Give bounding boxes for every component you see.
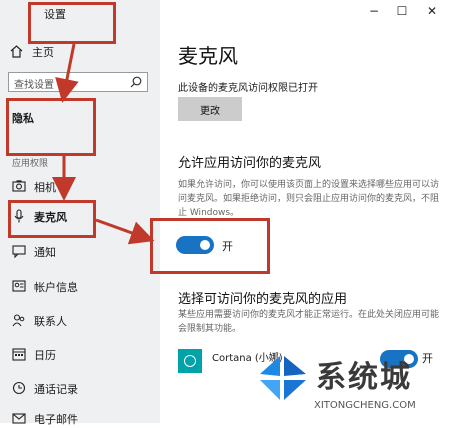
- arrow-microphone-to-toggle: [95, 218, 155, 245]
- watermark-text: 系统城: [316, 360, 412, 395]
- watermark-logo: [260, 356, 306, 400]
- watermark-url: XITONGCHENG.COM: [314, 400, 416, 411]
- arrow-settings-to-privacy: [55, 43, 79, 103]
